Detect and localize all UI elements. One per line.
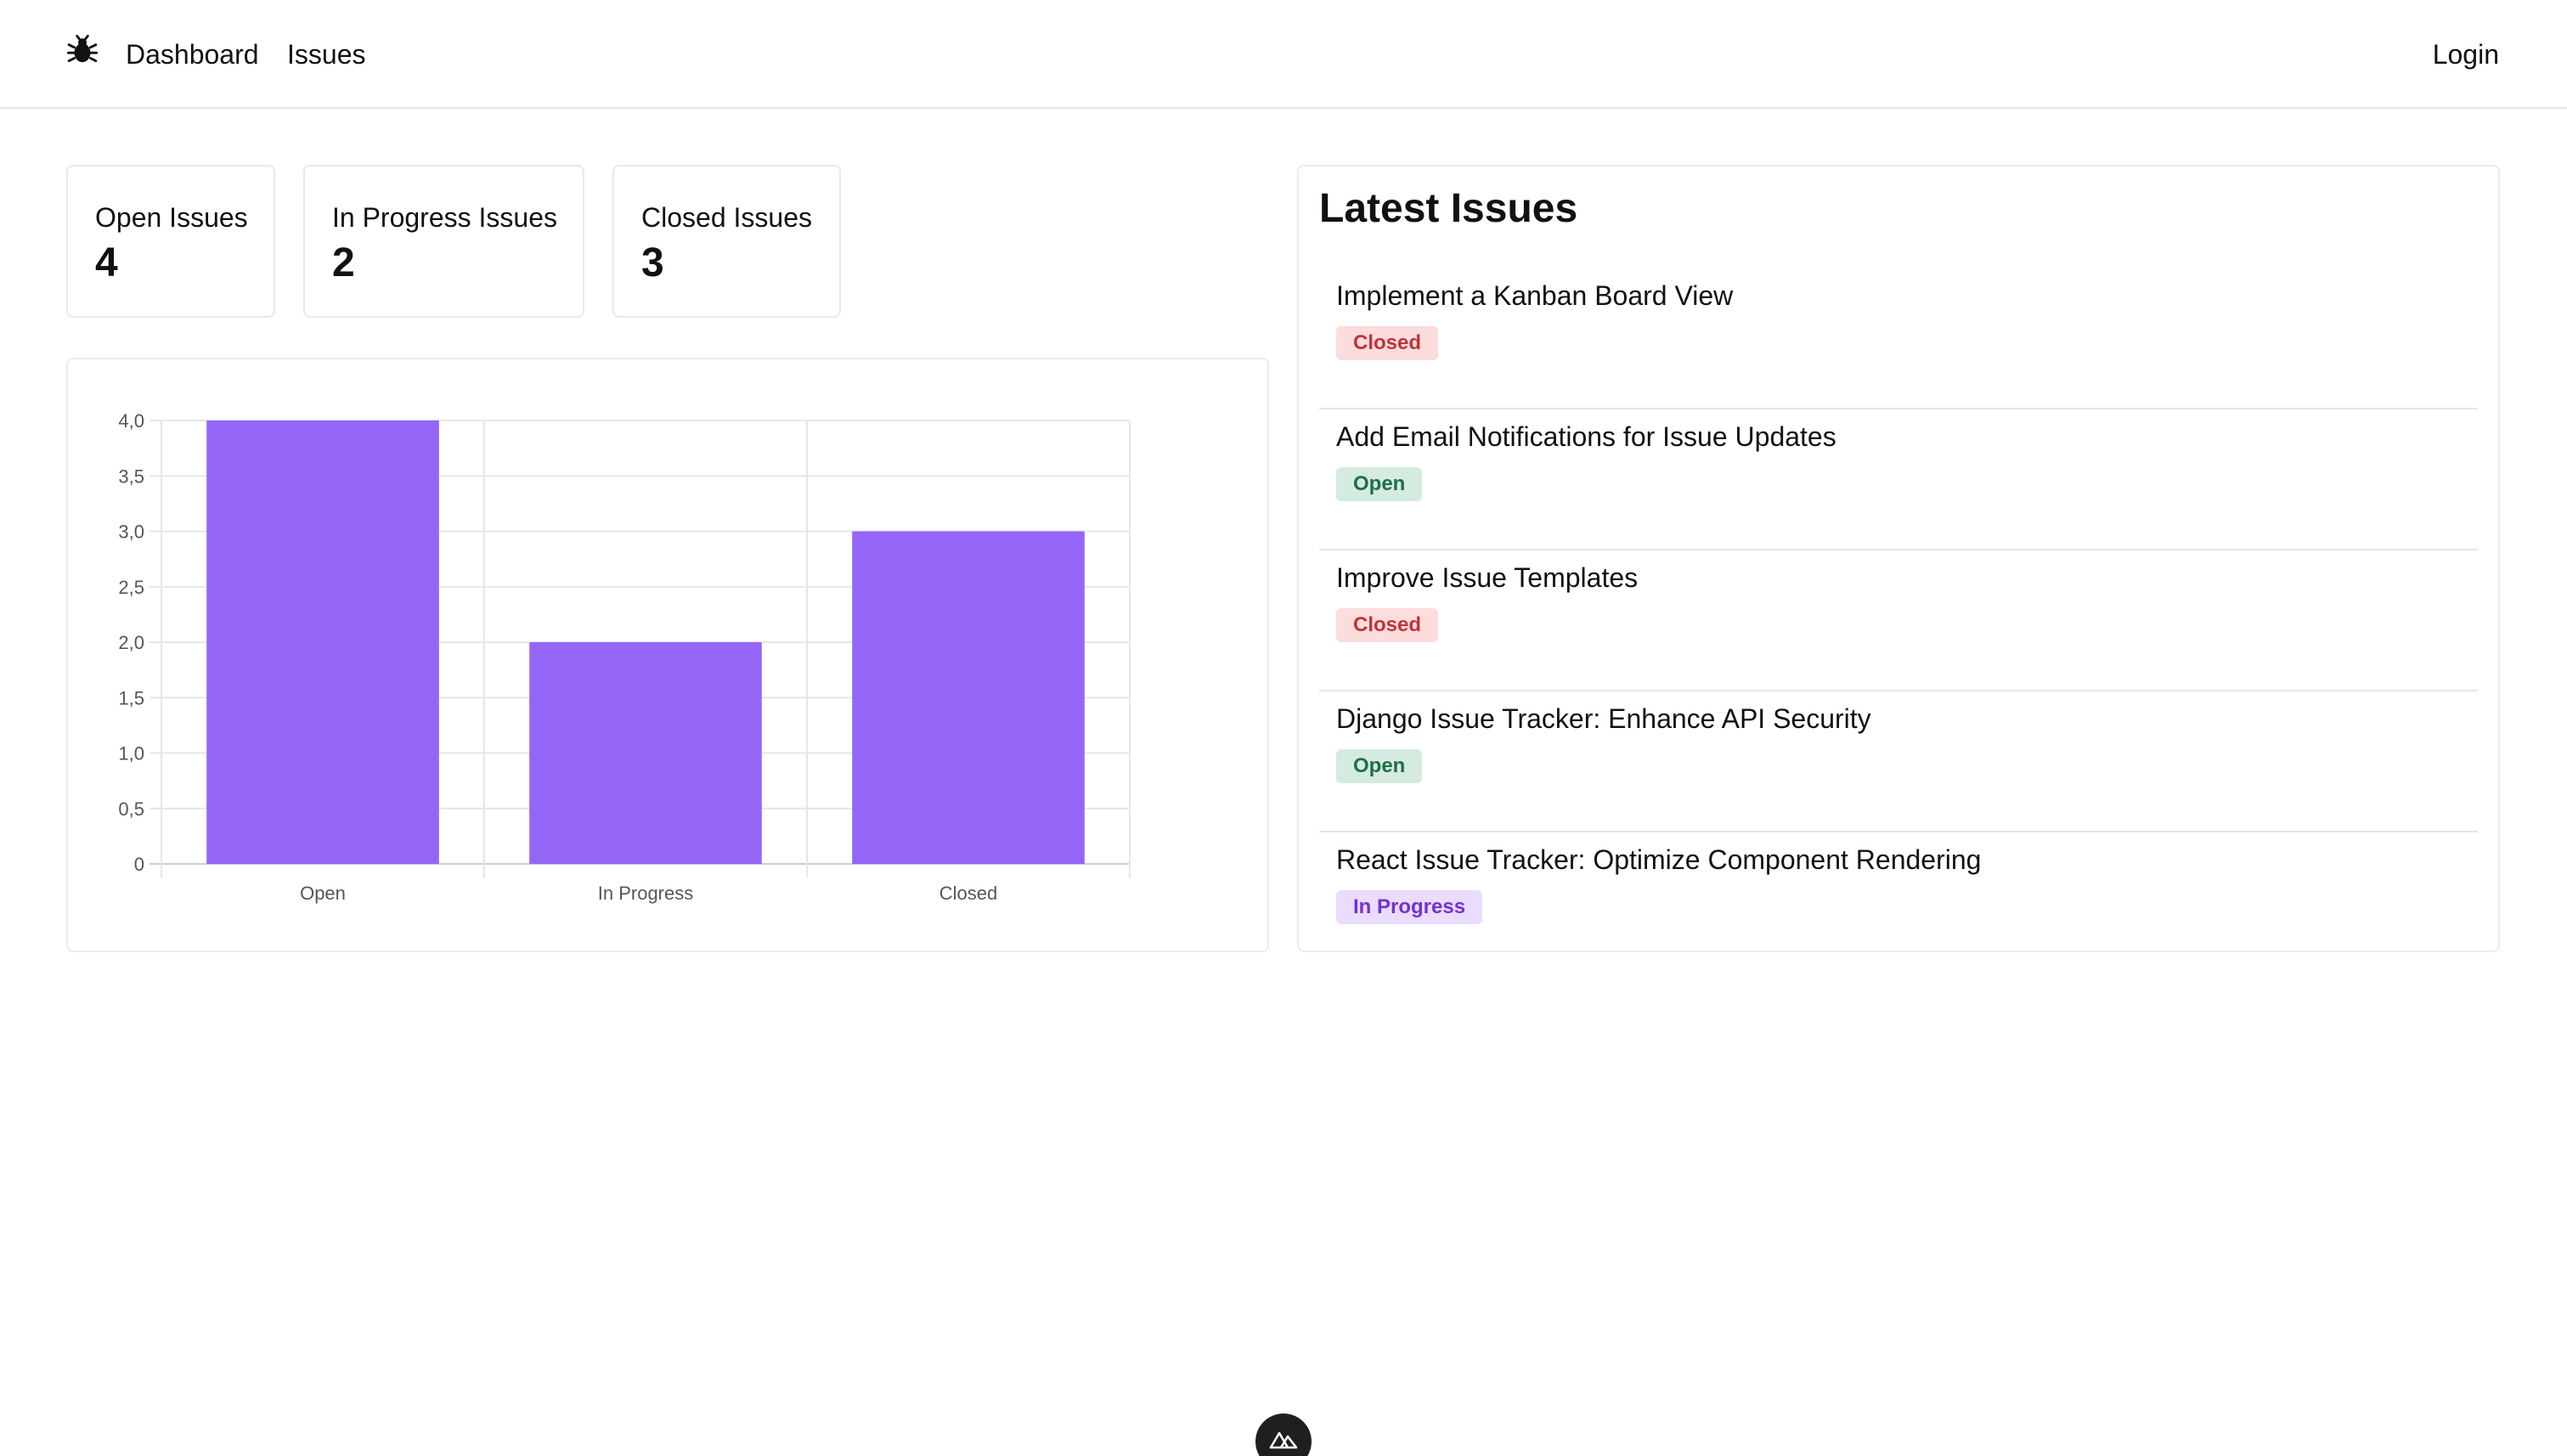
x-tick-label: Open [300, 883, 346, 904]
issue-list-item[interactable]: React Issue Tracker: Optimize Component … [1319, 832, 2478, 951]
status-badge: Closed [1336, 608, 1439, 642]
login-link[interactable]: Login [2433, 37, 2499, 71]
issue-list-item[interactable]: Add Email Notifications for Issue Update… [1319, 409, 2478, 550]
status-badge: Open [1336, 467, 1423, 501]
x-tick-label: In Progress [598, 883, 694, 904]
stat-label: Closed Issues [641, 202, 812, 233]
y-tick-label: 0,5 [118, 799, 144, 820]
y-tick-label: 4,0 [118, 410, 144, 432]
issue-title-link[interactable]: Add Email Notifications for Issue Update… [1336, 420, 1836, 454]
issue-list-item[interactable]: Implement a Kanban Board View Closed [1319, 268, 2478, 409]
issue-chart-card: 0 0,5 1,0 1,5 2,0 2,5 3,0 3,5 4,0 Open In Progress… [66, 358, 1269, 952]
bar-chart: 0 0,5 1,0 1,5 2,0 2,5 3,0 3,5 4,0 Open In Progress… [118, 410, 1131, 904]
chart-bar [529, 642, 762, 864]
issue-list: Implement a Kanban Board View Closed Add E… [1319, 268, 2478, 951]
x-tick-label: Closed [939, 883, 997, 904]
y-tick-label: 0 [134, 854, 144, 875]
nav-link-dashboard[interactable]: Dashboard [126, 37, 259, 71]
navbar: Dashboard Issues Login [0, 0, 2567, 109]
latest-issues-card: Latest Issues Implement a Kanban Board V… [1297, 165, 2500, 952]
in-progress-issues-card[interactable]: In Progress Issues 2 [303, 165, 584, 318]
stat-label: In Progress Issues [332, 202, 557, 233]
nav-link-issues[interactable]: Issues [287, 37, 365, 71]
issue-title-link[interactable]: Implement a Kanban Board View [1336, 279, 1733, 313]
chart-bar [852, 531, 1085, 864]
issue-title-link[interactable]: Django Issue Tracker: Enhance API Securi… [1336, 702, 1871, 736]
closed-issues-card[interactable]: Closed Issues 3 [612, 165, 841, 318]
issue-list-item[interactable]: Improve Issue Templates Closed [1319, 550, 2478, 691]
status-badge: Closed [1336, 326, 1439, 360]
status-badge: Open [1336, 749, 1423, 783]
stat-value: 3 [641, 240, 664, 285]
issue-title-link[interactable]: Improve Issue Templates [1336, 561, 1638, 595]
stat-value: 4 [95, 240, 118, 285]
issue-list-item[interactable]: Django Issue Tracker: Enhance API Securi… [1319, 691, 2478, 832]
status-badge: In Progress [1336, 890, 1483, 924]
y-tick-label: 1,5 [118, 687, 144, 708]
y-tick-label: 3,5 [118, 466, 144, 487]
y-tick-label: 2,5 [118, 577, 144, 598]
y-tick-label: 1,0 [118, 743, 144, 765]
stat-label: Open Issues [95, 202, 248, 233]
bug-icon[interactable] [66, 34, 99, 66]
y-tick-label: 3,0 [118, 522, 144, 543]
issue-title-link[interactable]: React Issue Tracker: Optimize Component … [1336, 843, 1981, 877]
y-tick-label: 2,0 [118, 632, 144, 653]
open-issues-card[interactable]: Open Issues 4 [66, 165, 275, 318]
chart-bar [206, 420, 439, 864]
stat-value: 2 [332, 240, 355, 285]
nuxt-logo-icon[interactable] [1255, 1414, 1312, 1456]
latest-issues-title: Latest Issues [1319, 186, 1578, 231]
